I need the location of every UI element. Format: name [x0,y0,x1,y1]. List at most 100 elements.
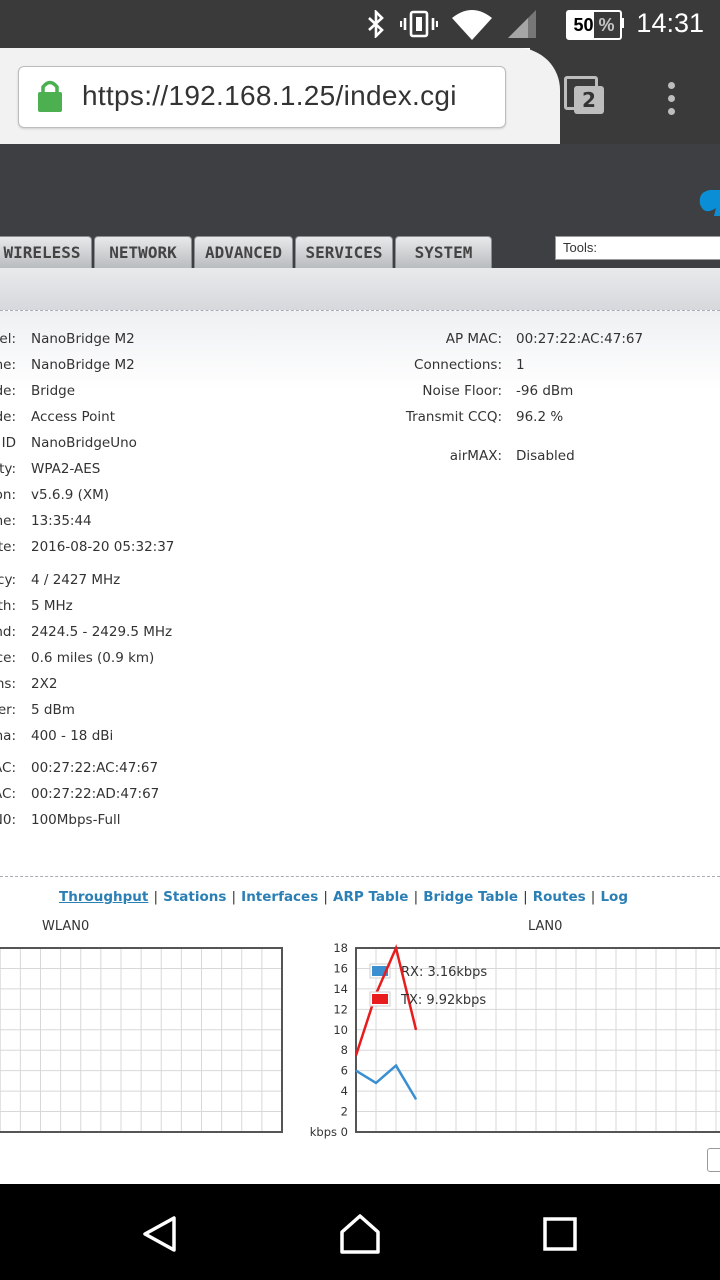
info-label: ne: [0,357,16,373]
info-value: 5 dBm [31,702,75,718]
airos-logo-fragment [699,190,720,216]
info-label: on: [0,487,16,503]
info-label: ne: [0,513,16,529]
y-tick-label: 2 [341,1105,348,1119]
info-value: 13:35:44 [31,513,92,529]
tab-services[interactable]: SERVICES [295,236,393,268]
info-label: de: [0,409,16,425]
tab-count[interactable]: 2 [574,86,604,114]
info-label: ty: [0,461,16,477]
tab-system[interactable]: SYSTEM [395,236,492,268]
link-log[interactable]: Log [600,889,628,905]
y-tick-label: 14 [333,982,348,996]
data-point [415,1098,417,1100]
y-tick-label: 6 [341,1064,348,1078]
separator: | [153,889,159,905]
info-label: nd: [0,624,16,640]
y-tick-label: 10 [333,1023,348,1037]
info-value: 2016-08-20 05:32:37 [31,539,175,555]
info-value: Disabled [516,448,575,464]
info-value: 2X2 [31,676,58,692]
info-label: el: [0,331,16,347]
y-tick-label: 4 [341,1084,348,1098]
link-routes[interactable]: Routes [533,889,586,905]
info-label: ns: [0,676,16,692]
data-point [395,947,397,949]
info-label: ce: [0,650,16,666]
divider [0,876,720,877]
info-value: 0.6 miles (0.9 km) [31,650,155,666]
chart-title-wlan0: WLAN0 [42,919,90,934]
info-value: NanoBridge M2 [31,357,135,373]
data-point [415,1029,417,1031]
info-label: cy: [0,572,16,588]
tools-select[interactable]: Tools: [555,236,720,260]
info-label: ID [1,435,16,451]
info-label: Noise Floor: [422,383,502,399]
y-tick-label: kbps 0 [310,1125,348,1139]
sub-header-bar [0,268,720,310]
overflow-menu-icon[interactable] [668,82,675,115]
info-value: v5.6.9 (XM) [31,487,110,503]
back-icon[interactable] [140,1214,180,1254]
tab-advanced[interactable]: ADVANCED [194,236,293,268]
info-value: 00:27:22:AD:47:67 [31,786,160,802]
recents-icon[interactable] [542,1216,578,1252]
info-value: 00:27:22:AC:47:67 [516,331,644,347]
vibrate-icon [400,10,438,38]
link-arp-table[interactable]: ARP Table [333,889,408,905]
lock-icon [38,80,62,112]
info-label: Connections: [414,357,502,373]
y-tick-label: 16 [333,961,348,975]
tab-wireless[interactable]: WIRELESS [0,236,92,268]
info-value: WPA2-AES [31,461,101,477]
home-icon[interactable] [338,1212,382,1256]
status-bar: 50 % 14:31 [0,0,720,48]
legend-swatch [372,994,388,1004]
info-label: na: [0,728,16,744]
bluetooth-icon [368,10,384,38]
info-value: 5 MHz [31,598,73,614]
legend-label: TX: 9.92kbps [400,993,486,1008]
info-label: AC: [0,760,16,776]
info-background [0,311,720,391]
separator: | [323,889,328,905]
legend-label: RX: 3.16kbps [401,965,487,980]
info-label: Transmit CCQ: [405,409,502,425]
info-value: 1 [516,357,525,373]
tab-network[interactable]: NETWORK [94,236,192,268]
page-scroll-widget[interactable] [707,1148,720,1172]
throughput-charts: kbps 0 2 4 6 8 10 12 14 16 18 RX: 3.16kbps TX: 9.92… [0,941,720,1139]
monitor-links: Throughput | Stations | Interfaces | ARP… [59,886,628,905]
y-tick-label: 8 [341,1043,348,1057]
info-value: Bridge [31,383,76,399]
info-value: 2424.5 - 2429.5 MHz [31,624,173,640]
separator: | [231,889,237,905]
info-value: 4 / 2427 MHz [31,572,121,588]
battery-nub [620,18,624,28]
y-tick-label: 18 [333,941,348,955]
y-tick-label: 12 [333,1002,348,1016]
info-value: 96.2 % [516,409,564,425]
data-point [375,1082,377,1084]
link-bridge-table[interactable]: Bridge Table [423,889,518,905]
info-label: th: [0,598,16,614]
link-throughput[interactable]: Throughput [59,889,148,905]
status-time: 14:31 [636,8,704,38]
wifi-icon [452,10,492,40]
web-page: WIRELESS NETWORK ADVANCED SERVICES SYSTE… [0,144,720,1184]
navigation-bar [0,1184,720,1280]
url-text[interactable]: https://192.168.1.25/index.cgi [82,80,457,112]
info-value: Access Point [31,409,116,425]
battery-icon: 50 % [566,10,622,40]
info-label: AC: [0,786,16,802]
link-interfaces[interactable]: Interfaces [241,889,318,905]
data-point [355,1054,357,1056]
info-label: airMAX: [449,448,502,464]
info-label: te: [0,539,16,555]
data-point [395,1065,397,1067]
battery-percent: 50 % [573,15,615,35]
info-value: 00:27:22:AC:47:67 [31,760,159,776]
link-stations[interactable]: Stations [163,889,226,905]
separator: | [413,889,419,905]
